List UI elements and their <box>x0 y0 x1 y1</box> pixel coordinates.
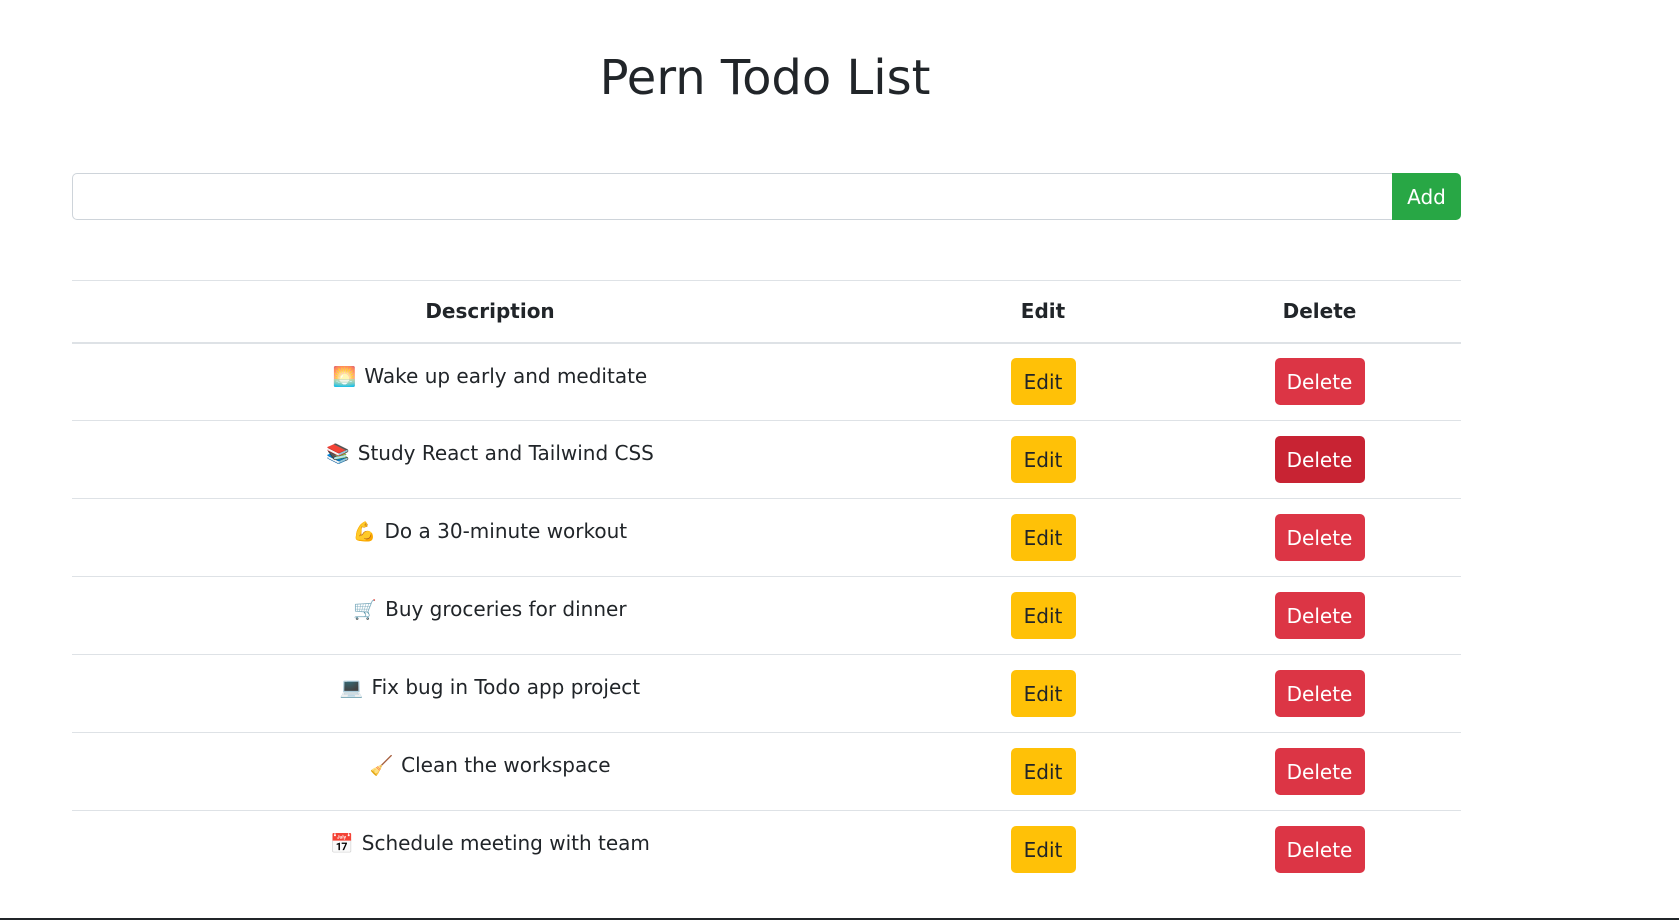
edit-button[interactable]: Edit <box>1010 358 1076 406</box>
todo-description-cell: 📚 Study React and Tailwind CSS <box>72 421 908 499</box>
todo-description-cell: 🌅 Wake up early and meditate <box>72 343 908 421</box>
broom-icon: 🧹 <box>369 755 394 777</box>
todo-description-cell: 🛒 Buy groceries for dinner <box>72 577 908 655</box>
header-delete: Delete <box>1282 299 1357 324</box>
shopping-cart-icon: 🛒 <box>353 599 378 621</box>
edit-button[interactable]: Edit <box>1010 436 1076 483</box>
edit-button[interactable]: Edit <box>1010 592 1076 639</box>
table-row: 💪 Do a 30-minute workout Edit Delete <box>72 499 1461 577</box>
add-todo-form: Add <box>72 173 1461 220</box>
laptop-icon: 💻 <box>339 677 364 699</box>
todo-description: Wake up early and meditate <box>364 363 648 388</box>
flexed-biceps-icon: 💪 <box>352 521 377 543</box>
todo-description-cell: 💪 Do a 30-minute workout <box>72 499 908 577</box>
calendar-icon: 📅 <box>330 833 354 855</box>
add-button[interactable]: Add <box>1392 173 1461 220</box>
delete-button[interactable]: Delete <box>1274 670 1365 717</box>
todo-description-cell: 📅 Schedule meeting with team <box>72 811 908 889</box>
todo-description: Schedule meeting with team <box>361 831 650 855</box>
sunrise-icon: 🌅 <box>332 365 357 388</box>
todo-table: Description Edit Delete 🌅 Wake up early a… <box>72 280 1461 889</box>
edit-button[interactable]: Edit <box>1010 748 1076 795</box>
header-edit: Edit <box>1020 299 1066 324</box>
table-row: 🌅 Wake up early and meditate Edit Delete <box>72 343 1461 421</box>
todo-description: Buy groceries for dinner <box>385 597 627 621</box>
edit-button[interactable]: Edit <box>1010 670 1076 717</box>
todo-description-cell: 💻 Fix bug in Todo app project <box>72 655 908 733</box>
todo-input[interactable] <box>72 173 1392 220</box>
delete-button[interactable]: Delete <box>1274 826 1365 874</box>
header-description: Description <box>425 299 555 324</box>
delete-button[interactable]: Delete <box>1274 748 1365 795</box>
todo-description: Study React and Tailwind CSS <box>357 441 654 465</box>
edit-button[interactable]: Edit <box>1010 514 1076 561</box>
bottom-divider <box>0 918 1679 920</box>
table-row: 🧹 Clean the workspace Edit Delete <box>72 733 1461 811</box>
delete-button[interactable]: Delete <box>1274 358 1365 406</box>
table-row: 🛒 Buy groceries for dinner Edit Delete <box>72 577 1461 655</box>
table-row: 📅 Schedule meeting with team Edit Delete <box>72 811 1461 889</box>
table-row: 📚 Study React and Tailwind CSS Edit Delet… <box>72 421 1461 499</box>
todo-page: Pern Todo List Add Description Edit Dele… <box>0 0 1679 922</box>
todo-description: Fix bug in Todo app project <box>371 675 641 699</box>
page-title: Pern Todo List <box>599 50 931 106</box>
delete-button[interactable]: Delete <box>1274 514 1365 561</box>
todo-description: Clean the workspace <box>401 753 611 777</box>
todo-description-cell: 🧹 Clean the workspace <box>72 733 908 811</box>
table-header-row: Description Edit Delete <box>72 280 1461 343</box>
delete-button[interactable]: Delete <box>1274 436 1365 483</box>
edit-button[interactable]: Edit <box>1010 826 1076 874</box>
delete-button[interactable]: Delete <box>1274 592 1365 639</box>
todo-description: Do a 30-minute workout <box>384 519 628 543</box>
table-row: 💻 Fix bug in Todo app project Edit Delete <box>72 655 1461 733</box>
books-icon: 📚 <box>326 443 350 465</box>
